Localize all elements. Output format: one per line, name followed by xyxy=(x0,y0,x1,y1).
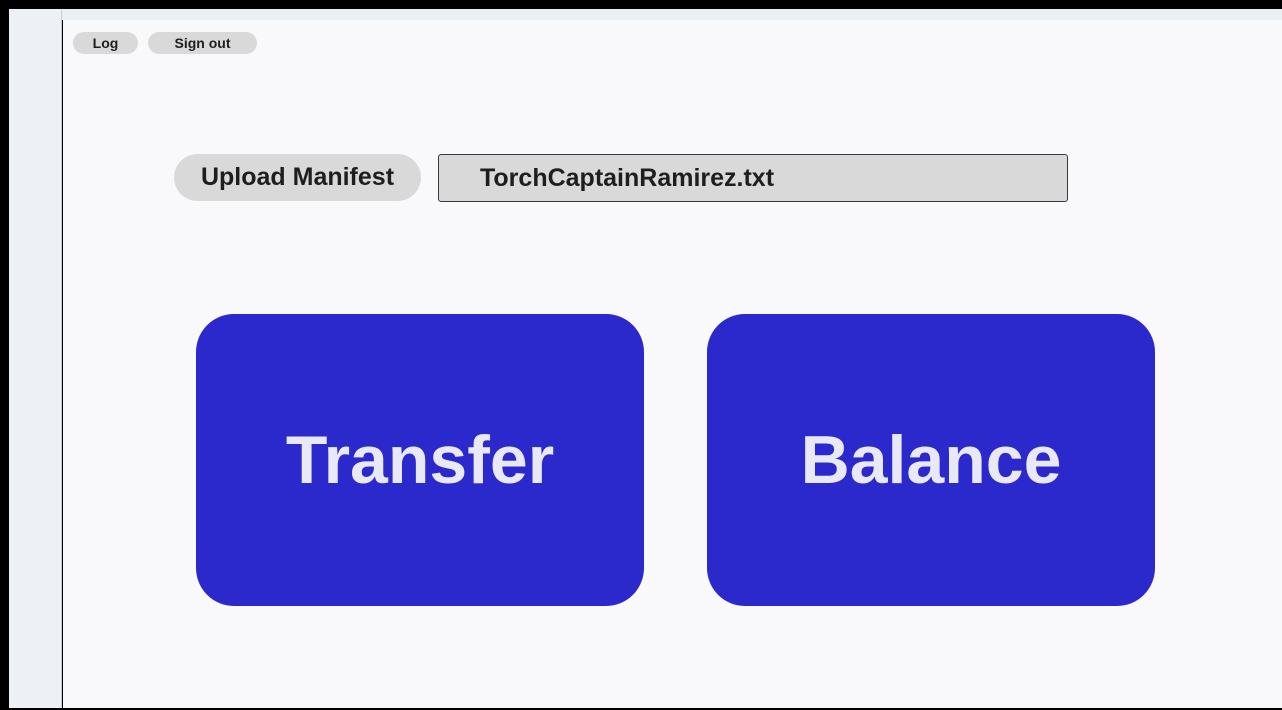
log-button[interactable]: Log xyxy=(73,32,138,54)
transfer-button[interactable]: Transfer xyxy=(196,314,644,606)
balance-button[interactable]: Balance xyxy=(707,314,1155,606)
top-strip xyxy=(62,9,1282,20)
app-frame: Log Sign out Upload Manifest TorchCaptai… xyxy=(0,0,1282,710)
upload-manifest-button[interactable]: Upload Manifest xyxy=(174,154,421,201)
sign-out-button[interactable]: Sign out xyxy=(148,32,257,54)
manifest-filename-field[interactable]: TorchCaptainRamirez.txt xyxy=(438,154,1068,202)
left-rail xyxy=(9,9,62,708)
